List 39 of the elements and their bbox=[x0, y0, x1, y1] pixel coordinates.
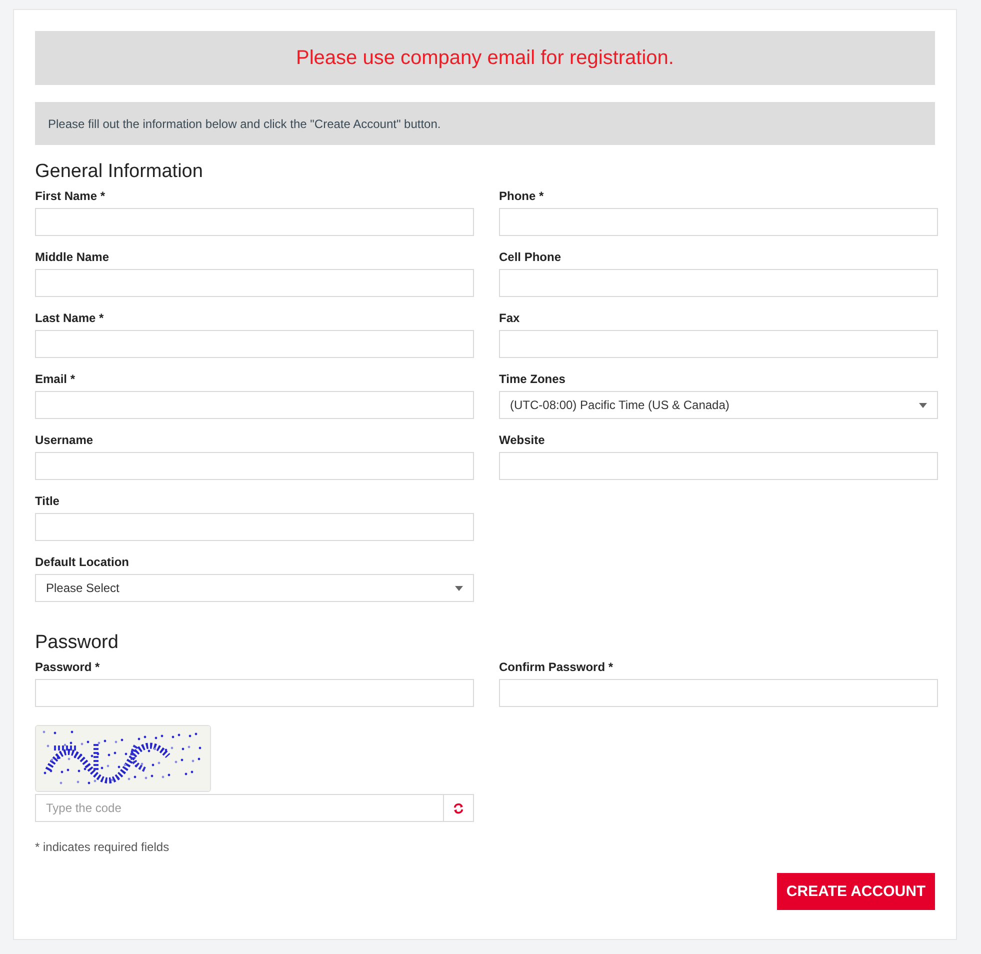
section-heading: Password bbox=[35, 632, 120, 654]
field-label: Default Location bbox=[35, 555, 130, 568]
field-label: Phone * bbox=[499, 189, 545, 202]
dropdown[interactable]: Please Select bbox=[35, 574, 474, 602]
field-label: Email * bbox=[35, 372, 76, 385]
field-label: Fax bbox=[499, 311, 521, 324]
field-label: Title bbox=[35, 494, 60, 507]
field-label: Middle Name bbox=[35, 250, 110, 263]
input-field[interactable] bbox=[35, 391, 474, 419]
field-label: Password * bbox=[35, 660, 101, 673]
input-field[interactable] bbox=[499, 679, 938, 707]
dropdown[interactable]: (UTC-08:00) Pacific Time (US & Canada) bbox=[499, 391, 938, 419]
field-label: Username bbox=[35, 433, 94, 446]
notice-banner: Please use company email for registration. bbox=[35, 31, 935, 85]
input-field[interactable] bbox=[499, 269, 938, 297]
input-field[interactable] bbox=[499, 452, 938, 480]
create-account-button[interactable]: CREATE ACCOUNT bbox=[777, 873, 935, 910]
input-field[interactable] bbox=[499, 330, 938, 358]
captcha-input[interactable]: Type the code bbox=[35, 794, 443, 822]
input-field[interactable] bbox=[35, 208, 474, 236]
field-label: Cell Phone bbox=[499, 250, 562, 263]
input-field[interactable] bbox=[35, 679, 474, 707]
field-label: Last Name * bbox=[35, 311, 105, 324]
input-field[interactable] bbox=[35, 330, 474, 358]
section-heading: General Information bbox=[35, 161, 204, 183]
instructions-banner: Please fill out the information below and click the "Create Account" button. bbox=[35, 102, 935, 145]
refresh-button[interactable] bbox=[443, 794, 474, 822]
input-field[interactable] bbox=[499, 208, 938, 236]
refresh-icon bbox=[453, 802, 464, 814]
field-label: Time Zones bbox=[499, 372, 566, 385]
field-label: First Name * bbox=[35, 189, 106, 202]
required-note: * indicates required fields bbox=[35, 840, 170, 854]
field-label: Website bbox=[499, 433, 546, 446]
caret-icon bbox=[919, 402, 927, 408]
field-label: Confirm Password * bbox=[499, 660, 614, 673]
caret-icon bbox=[455, 586, 463, 590]
input-field[interactable] bbox=[35, 513, 474, 541]
input-field[interactable] bbox=[35, 452, 474, 480]
input-field[interactable] bbox=[35, 269, 474, 297]
